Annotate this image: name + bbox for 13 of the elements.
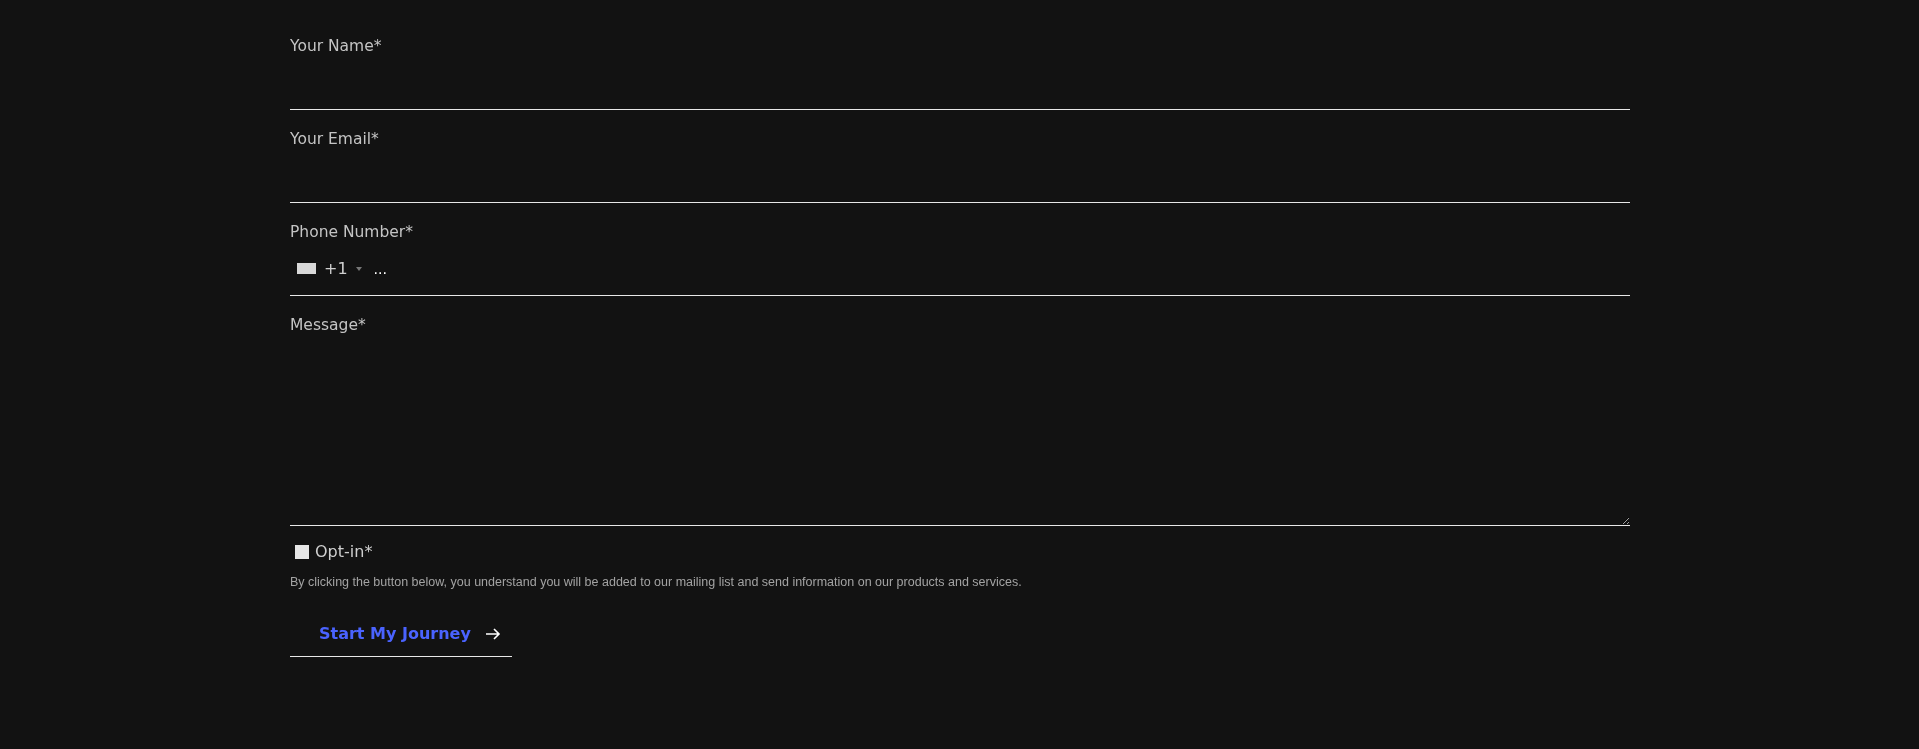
field-label: Your Email* <box>290 129 379 149</box>
arrow-icon <box>484 626 501 641</box>
field-label: Your Name* <box>290 36 382 56</box>
checkbox-label: Opt-in* <box>315 542 373 561</box>
checkbox[interactable] <box>295 544 309 559</box>
field-label: Phone Number* <box>290 222 413 242</box>
field-label: Message* <box>290 315 366 335</box>
notice-text: By clicking the button below, you understand you will be added to our mailing list and send information on our products and services. <box>290 575 1023 589</box>
caret-icon[interactable] <box>355 266 362 271</box>
flag-icon[interactable] <box>297 263 316 274</box>
dial-code[interactable]: +1 <box>324 259 348 278</box>
submit-button[interactable]: Start My Journey <box>290 611 512 657</box>
phone-input[interactable]: ... <box>373 259 454 278</box>
